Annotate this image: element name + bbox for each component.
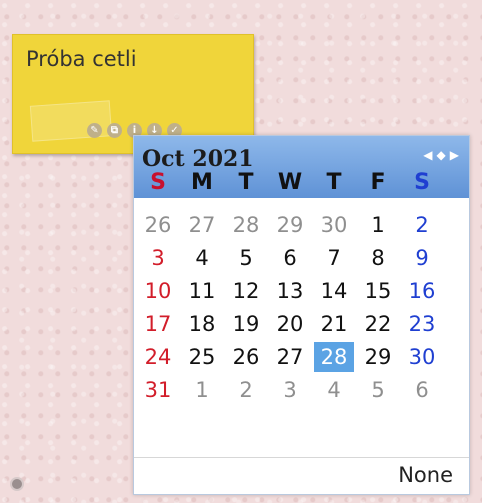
calendar-day[interactable]: 20 — [270, 309, 310, 339]
calendar-day[interactable]: 6 — [270, 243, 310, 273]
calendar-day[interactable]: 9 — [402, 243, 442, 273]
calendar-day[interactable]: 26 — [226, 342, 266, 372]
calendar-day[interactable]: 28 — [314, 342, 354, 372]
weekday-label: S — [150, 170, 166, 195]
weekday-label: T — [326, 170, 342, 195]
calendar-header: Oct 2021 ◀ ◆ ▶ S M T W T F S — [134, 136, 469, 198]
calendar-day[interactable]: 1 — [358, 210, 398, 240]
calendar-day[interactable]: 11 — [182, 276, 222, 306]
date-picker: Oct 2021 ◀ ◆ ▶ S M T W T F S 26 27 28 29 30 1… — [133, 135, 470, 495]
weekday-label: F — [370, 170, 386, 195]
today-icon[interactable]: ◆ — [437, 148, 446, 162]
calendar-day[interactable]: 4 — [182, 243, 222, 273]
calendar-day[interactable]: 3 — [138, 243, 178, 273]
calendar-day[interactable]: 21 — [314, 309, 354, 339]
calendar-day[interactable]: 27 — [270, 342, 310, 372]
calendar-day[interactable]: 5 — [358, 375, 398, 405]
calendar-day[interactable]: 8 — [358, 243, 398, 273]
calendar-day[interactable]: 31 — [138, 375, 178, 405]
calendar-day[interactable]: 3 — [270, 375, 310, 405]
calendar-day[interactable]: 16 — [402, 276, 442, 306]
calendar-title: Oct 2021 — [142, 146, 254, 172]
calendar-day[interactable]: 29 — [358, 342, 398, 372]
calendar-day[interactable]: 30 — [402, 342, 442, 372]
calendar-footer: None — [134, 457, 469, 494]
none-button[interactable]: None — [398, 463, 453, 487]
calendar-day[interactable]: 12 — [226, 276, 266, 306]
calendar-day[interactable]: 13 — [270, 276, 310, 306]
corner-handle-icon[interactable] — [10, 477, 24, 491]
calendar-nav: ◀ ◆ ▶ — [423, 148, 459, 162]
calendar-day[interactable]: 24 — [138, 342, 178, 372]
calendar-day[interactable]: 27 — [182, 210, 222, 240]
calendar-day[interactable]: 14 — [314, 276, 354, 306]
calendar-day[interactable]: 23 — [402, 309, 442, 339]
calendar-day[interactable]: 22 — [358, 309, 398, 339]
calendar-day[interactable]: 19 — [226, 309, 266, 339]
calendar-day[interactable]: 26 — [138, 210, 178, 240]
calendar-day[interactable]: 29 — [270, 210, 310, 240]
note-title: Próba cetli — [26, 47, 137, 71]
copy-icon[interactable]: ⧉ — [107, 123, 122, 138]
weekday-label: W — [277, 170, 303, 195]
calendar-day[interactable]: 15 — [358, 276, 398, 306]
calendar-day[interactable]: 30 — [314, 210, 354, 240]
calendar-day[interactable]: 4 — [314, 375, 354, 405]
weekday-label: T — [238, 170, 254, 195]
weekday-label: M — [191, 170, 213, 195]
calendar-day[interactable]: 5 — [226, 243, 266, 273]
calendar-day[interactable]: 28 — [226, 210, 266, 240]
calendar-day[interactable]: 6 — [402, 375, 442, 405]
next-month-icon[interactable]: ▶ — [450, 148, 459, 162]
calendar-day[interactable]: 18 — [182, 309, 222, 339]
calendar-day[interactable]: 17 — [138, 309, 178, 339]
calendar-day[interactable]: 1 — [182, 375, 222, 405]
weekday-row: S M T W T F S — [134, 170, 469, 196]
calendar-day[interactable]: 7 — [314, 243, 354, 273]
calendar-day[interactable]: 2 — [226, 375, 266, 405]
prev-month-icon[interactable]: ◀ — [423, 148, 432, 162]
calendar-day[interactable]: 25 — [182, 342, 222, 372]
weekday-label: S — [414, 170, 430, 195]
edit-icon[interactable]: ✎ — [87, 123, 102, 138]
calendar-day[interactable]: 2 — [402, 210, 442, 240]
calendar-day[interactable]: 10 — [138, 276, 178, 306]
